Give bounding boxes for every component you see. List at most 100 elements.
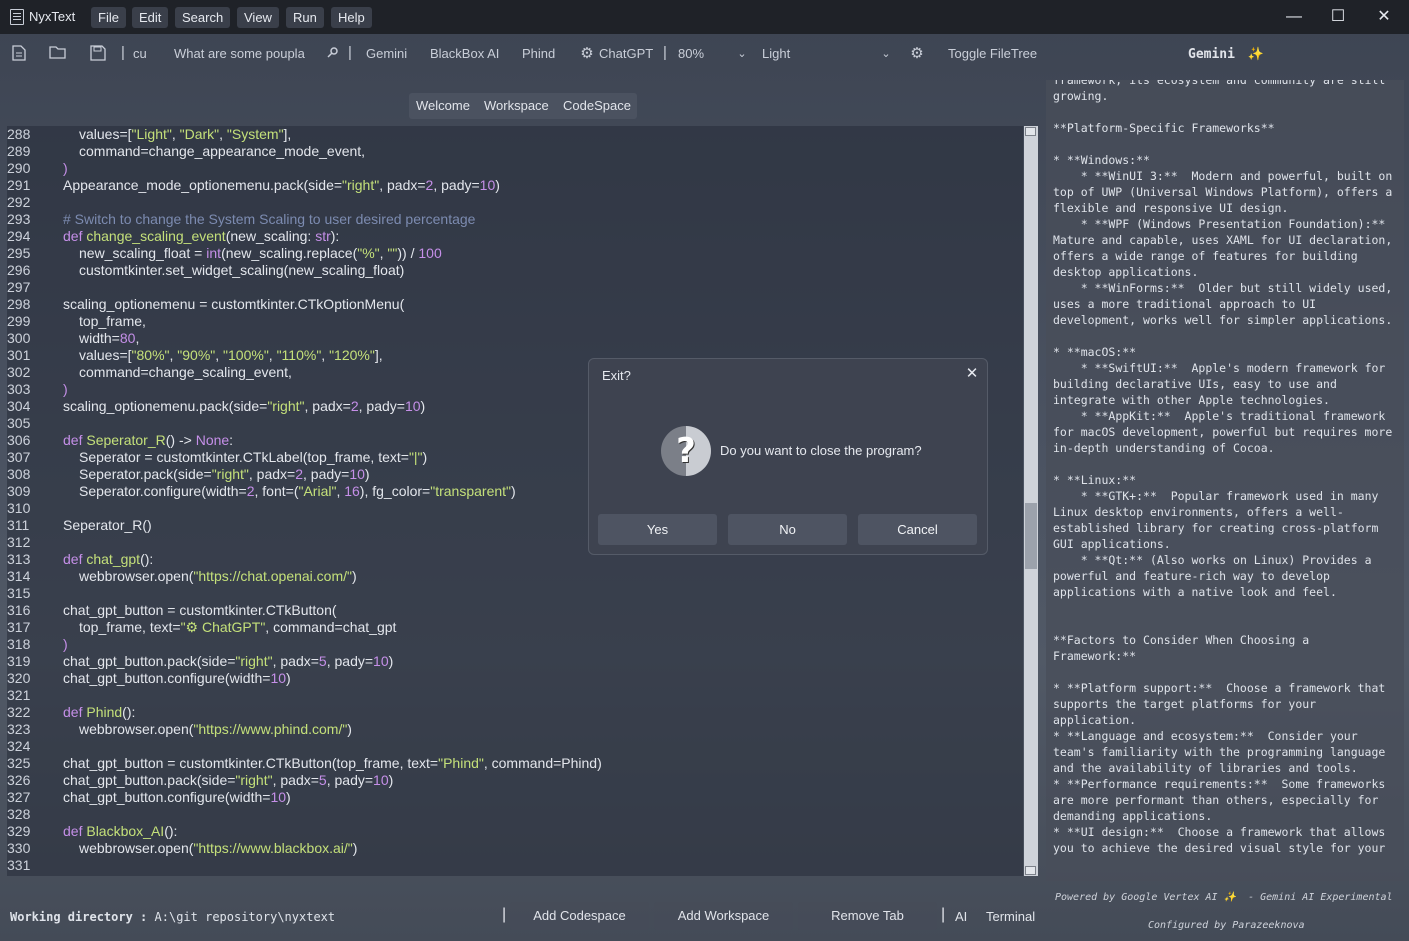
code-line[interactable]: 290) [7,160,68,177]
code-line[interactable]: 331 [7,857,63,874]
code-line[interactable]: 300 width=80, [7,330,139,347]
chevron-down-icon[interactable]: ⌄ [733,45,751,63]
phind-button[interactable]: Phind [522,45,555,63]
settings-gear-icon[interactable]: ⚙ [908,45,926,63]
code-line[interactable]: 327 chat_gpt_button.configure(width=10) [7,789,291,806]
scrollbar-thumb[interactable] [1025,503,1037,569]
code-line[interactable]: 330 webbrowser.open("https://www.blackbox… [7,840,357,857]
code-line[interactable]: 317 top_frame, text="⚙ ChatGPT", command=… [7,619,396,636]
code-line[interactable]: 294 def change_scaling_event(new_scaling:… [7,228,339,245]
code-line[interactable]: 305 [7,415,63,432]
close-icon[interactable]: ✕ [963,365,981,383]
ai-toggle-button[interactable]: AI [955,909,967,924]
code-line[interactable]: 295 new_scaling_float = int(new_scaling.r… [7,245,442,262]
add-codespace-button[interactable]: Add Codespace [510,902,649,930]
menu-help[interactable]: Help [331,7,372,28]
code-line[interactable]: 302 command=change_scaling_event, [7,364,292,381]
toggle-filetree-button[interactable]: Toggle FileTree [948,45,1037,63]
code-line[interactable]: 318) [7,636,68,653]
tab-codespace[interactable]: CodeSpace [563,98,631,113]
menu-view[interactable]: View [237,7,279,28]
menu-search[interactable]: Search [175,7,231,28]
code-line[interactable]: 323 webbrowser.open("https://www.phind.co… [7,721,352,738]
no-button[interactable]: No [728,514,847,545]
code-line[interactable]: 298 scaling_optionemenu = customtkinter.C… [7,296,404,313]
code-line[interactable]: 320 chat_gpt_button.configure(width=10) [7,670,291,687]
code-line[interactable]: 329 def Blackbox_AI(): [7,823,177,840]
code-line[interactable]: 316 chat_gpt_button = customtkinter.CTkBu… [7,602,337,619]
gemini-button[interactable]: Gemini [366,45,407,63]
menu-edit[interactable]: Edit [132,7,169,28]
code-line[interactable]: 322 def Phind(): [7,704,135,721]
code-line[interactable]: 306 def Seperator_R() -> None: [7,432,233,449]
code-line[interactable]: 296 customtkinter.set_widget_scaling(new_… [7,262,404,279]
code-line[interactable]: 303) [7,381,68,398]
menu-run[interactable]: Run [286,7,324,28]
code-token: ) [364,466,370,482]
code-line[interactable]: 324 [7,738,63,755]
code-line[interactable]: 321 [7,687,63,704]
code-line[interactable]: 292 [7,194,63,211]
maximize-button[interactable]: ☐ [1324,4,1352,30]
code-line[interactable]: 291 Appearance_mode_optionemenu.pack(side… [7,177,500,194]
editor-scrollbar[interactable] [1024,126,1038,876]
code-line[interactable]: 293 # Switch to change the System Scaling… [7,211,475,228]
code-line[interactable]: 299 top_frame, [7,313,146,330]
code-line[interactable]: 312 [7,534,63,551]
code-line[interactable]: 314 webbrowser.open("https://chat.openai.… [7,568,357,585]
code-line[interactable]: 289 command=change_appearance_mode_event, [7,143,365,160]
code-line[interactable]: 315 [7,585,63,602]
code-line[interactable]: 325 chat_gpt_button = customtkinter.CTkBu… [7,755,602,772]
code-line[interactable]: 301 values=["80%", "90%", "100%", "110%",… [7,347,383,364]
theme-select[interactable]: Light [762,45,790,63]
code-token: int [206,245,222,261]
line-number: 294 [7,228,31,244]
ai-search-input[interactable]: What are some poupla [174,45,305,63]
tab-welcome[interactable]: Welcome [416,98,470,113]
code-token: def [63,432,87,448]
code-line[interactable]: 304 scaling_optionemenu.pack(side="right"… [7,398,425,415]
code-token: "Phind" [438,755,484,771]
code-token: width= [79,330,120,346]
ai-response-panel[interactable]: framework, its ecosystem and community a… [1046,80,1404,881]
code-line[interactable]: 310 [7,500,63,517]
yes-button[interactable]: Yes [598,514,717,545]
code-line[interactable]: 308 Seperator.pack(side="right", padx=2, … [7,466,370,483]
zoom-select[interactable]: 80% [678,45,704,63]
ai-panel-title: Gemini ✨ [1188,47,1264,62]
open-folder-icon[interactable] [49,45,67,63]
cancel-button[interactable]: Cancel [858,514,977,545]
code-token: "%" [357,245,380,261]
line-number: 288 [7,126,31,142]
search-icon[interactable] [324,45,342,63]
code-line[interactable]: 319 chat_gpt_button.pack(side="right", pa… [7,653,393,670]
code-token: customtkinter.set_widget_scaling(new_sca… [79,262,405,278]
scroll-down-arrow-icon[interactable] [1025,866,1036,875]
code-line[interactable]: 309 Seperator.configure(width=2, font=("A… [7,483,516,500]
code-line[interactable]: 328 [7,806,63,823]
code-token: , pady= [358,398,405,414]
remove-tab-button[interactable]: Remove Tab [798,902,937,930]
line-number: 323 [7,721,31,737]
menu-file[interactable]: File [91,7,126,28]
minimize-button[interactable]: — [1280,4,1308,30]
code-line[interactable]: 307 Seperator = customtkinter.CTkLabel(to… [7,449,427,466]
code-token: "Light" [131,126,172,142]
code-line[interactable]: 311 Seperator_R() [7,517,152,534]
scroll-up-arrow-icon[interactable] [1025,127,1036,136]
code-line[interactable]: 313 def chat_gpt(): [7,551,153,568]
chatgpt-button[interactable]: ChatGPT [599,45,653,63]
chevron-down-icon[interactable]: ⌄ [877,45,895,63]
close-window-button[interactable]: ✕ [1370,4,1398,30]
code-line[interactable]: 288 values=["Light", "Dark", "System"], [7,126,291,143]
save-icon[interactable] [89,45,107,63]
blackbox-ai-button[interactable]: BlackBox AI [430,45,499,63]
new-file-icon[interactable] [10,45,28,63]
code-token: ): [330,228,340,244]
code-line[interactable]: 297 [7,279,63,296]
tab-workspace[interactable]: Workspace [484,98,549,113]
terminal-button[interactable]: Terminal [986,909,1035,924]
code-token: top_frame, [79,313,146,329]
add-workspace-button[interactable]: Add Workspace [654,902,793,930]
code-line[interactable]: 326 chat_gpt_button.pack(side="right", pa… [7,772,393,789]
